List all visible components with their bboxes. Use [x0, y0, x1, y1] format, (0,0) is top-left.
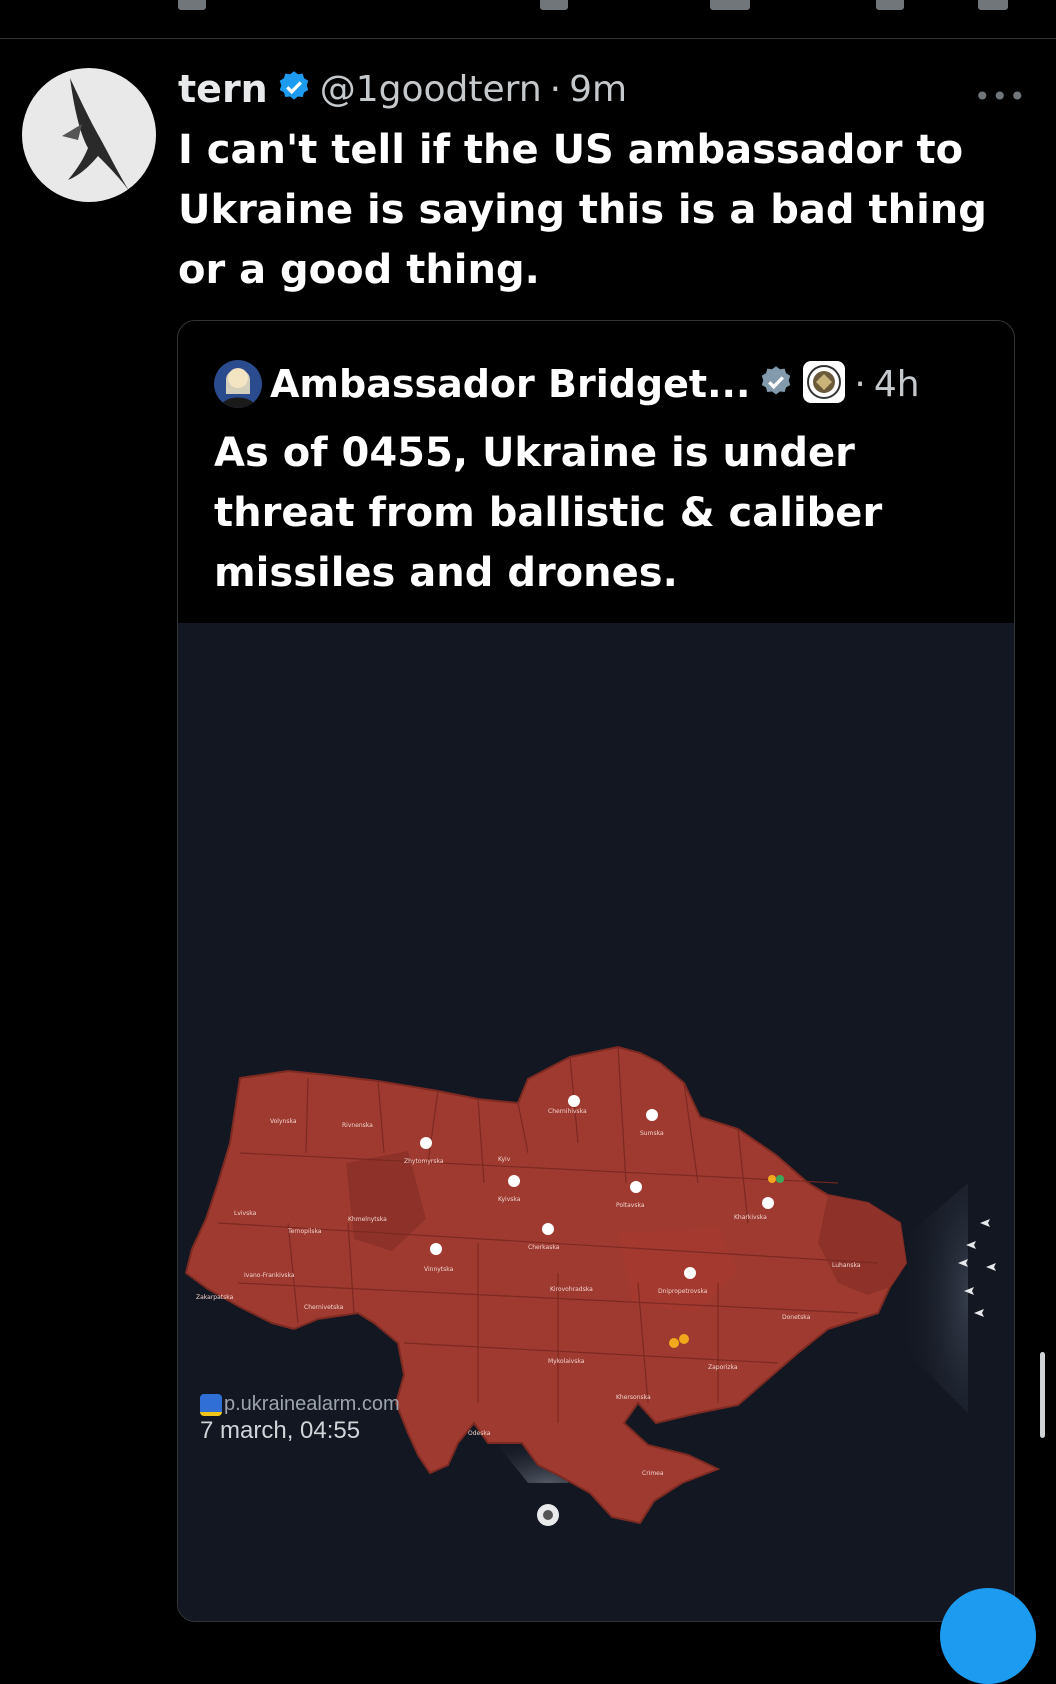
- alert-marker-icon: [684, 1267, 696, 1279]
- ukraine-map: Volynska Rivnenska Zhytomyrska Kyiv Kyiv…: [184, 1045, 996, 1526]
- alert-marker-icon: [630, 1181, 642, 1193]
- region-label: Kyivska: [498, 1196, 521, 1203]
- alert-marker-icon: [646, 1109, 658, 1121]
- region-label: Rivnenska: [342, 1122, 373, 1129]
- alert-map-image[interactable]: Volynska Rivnenska Zhytomyrska Kyiv Kyiv…: [178, 623, 1014, 1621]
- drone-marker-icon: [679, 1334, 689, 1344]
- region-label: Khersonska: [616, 1394, 651, 1401]
- scrollbar[interactable]: [1040, 1352, 1045, 1438]
- compose-button[interactable]: [940, 1588, 1036, 1684]
- region-label: Vinnytska: [424, 1266, 454, 1273]
- region-label: Kirovohradska: [550, 1286, 593, 1293]
- quote-header: Ambassador Bridget... · 4h: [214, 359, 920, 409]
- region-label: Zaporizka: [708, 1364, 738, 1371]
- verified-badge-icon: [276, 69, 312, 109]
- region-label: Dnipropetrovska: [658, 1288, 708, 1295]
- region-label: Khmelnytska: [348, 1216, 387, 1223]
- drone-marker-icon: [776, 1175, 784, 1183]
- region-label: Crimea: [642, 1470, 664, 1477]
- alert-marker-icon: [508, 1175, 520, 1187]
- alert-marker-icon: [542, 1223, 554, 1235]
- region-label: Mykolaivska: [548, 1358, 585, 1365]
- map-source-url: p.ukrainealarm.com: [224, 1393, 400, 1415]
- region-label: Odeska: [468, 1430, 491, 1437]
- map-source: p.ukrainealarm.com: [200, 1393, 400, 1416]
- drone-marker-icon: [669, 1338, 679, 1348]
- alert-marker-icon: [762, 1197, 774, 1209]
- region-label: Lvivska: [234, 1210, 257, 1217]
- quote-separator: ·: [854, 363, 866, 405]
- author-handle[interactable]: @1goodtern: [320, 69, 542, 110]
- region-label: Sumska: [640, 1130, 664, 1137]
- author-name[interactable]: tern: [178, 67, 268, 111]
- views-icon[interactable]: [710, 0, 750, 10]
- region-label: Chernivetska: [304, 1304, 344, 1311]
- bookmark-icon[interactable]: [876, 0, 904, 10]
- region-label: Cherkaska: [528, 1244, 560, 1251]
- government-seal-icon: [802, 360, 846, 408]
- reply-icon[interactable]: [178, 0, 206, 10]
- quote-text: As of 0455, Ukraine is under threat from…: [214, 430, 883, 596]
- region-label: Chernihivska: [548, 1108, 587, 1115]
- tweet-header: tern @1goodtern · 9m: [178, 66, 627, 112]
- share-icon[interactable]: [978, 0, 1008, 10]
- region-label: Kyiv: [498, 1156, 511, 1163]
- alert-marker-icon: [430, 1243, 442, 1255]
- gray-verified-badge-icon: [758, 364, 794, 404]
- timestamp[interactable]: 9m: [569, 69, 627, 110]
- separator: ·: [549, 68, 562, 110]
- top-bar: [0, 0, 1056, 39]
- alert-marker-icon: [568, 1095, 580, 1107]
- avatar[interactable]: [22, 68, 156, 202]
- bird-icon: [62, 78, 130, 192]
- region-label: Ternopilska: [287, 1228, 322, 1235]
- threat-sector-east: [898, 1183, 968, 1413]
- quoted-tweet[interactable]: Ambassador Bridget... · 4h As of 0455, U…: [177, 320, 1015, 1622]
- missile-icon: [986, 1263, 996, 1271]
- region-label: Zhytomyrska: [404, 1158, 444, 1165]
- region-label: Volynska: [270, 1118, 297, 1125]
- quote-timestamp[interactable]: 4h: [874, 364, 920, 405]
- map-date: 7 march, 04:55: [200, 1417, 361, 1444]
- like-icon[interactable]: [540, 0, 568, 10]
- missile-icon: [974, 1309, 984, 1317]
- ukrainealarm-logo-icon: [200, 1393, 222, 1416]
- quote-avatar[interactable]: [214, 360, 262, 408]
- region-label: Poltavska: [616, 1202, 645, 1209]
- portrait-icon: [220, 368, 256, 408]
- region-label: Zakarpatska: [196, 1294, 234, 1301]
- region-label: Donetska: [782, 1314, 811, 1321]
- drone-marker-icon: [768, 1175, 776, 1183]
- region-label: Kharkivska: [734, 1214, 767, 1221]
- more-icon[interactable]: •••: [974, 80, 1027, 113]
- missile-icon: [980, 1219, 990, 1227]
- quote-author-name[interactable]: Ambassador Bridget...: [270, 362, 750, 406]
- region-label: Luhanska: [832, 1262, 861, 1269]
- alert-marker-icon: [420, 1137, 432, 1149]
- tweet-text: I can't tell if the US ambassador to Ukr…: [178, 127, 987, 293]
- region-label: Ivano-Frankivska: [244, 1272, 295, 1279]
